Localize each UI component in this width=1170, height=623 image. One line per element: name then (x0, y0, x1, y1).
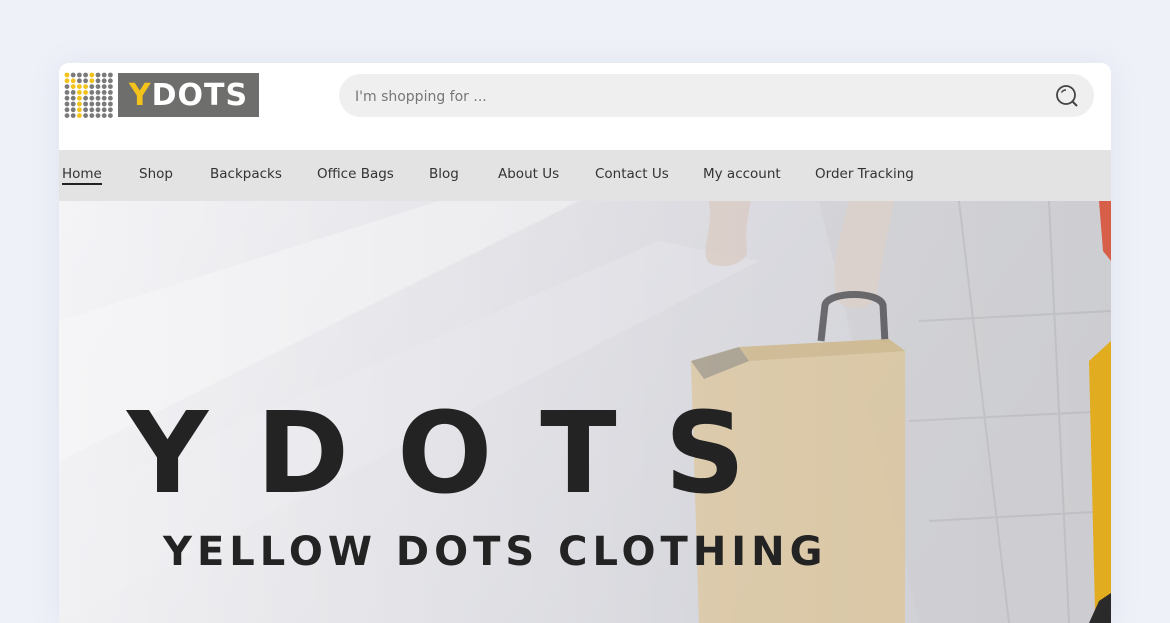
main-nav: Home Shop Backpacks Office Bags Blog Abo… (59, 150, 1111, 201)
nav-item-office-bags[interactable]: Office Bags (317, 166, 394, 182)
search-icon[interactable] (1054, 83, 1080, 109)
nav-item-home[interactable]: Home (62, 166, 102, 185)
nav-item-about-us[interactable]: About Us (498, 166, 559, 182)
logo-letter-y: Y (128, 77, 152, 113)
search-bar (339, 74, 1094, 119)
hero-banner[interactable]: YDOTS YELLOW DOTS CLOTHING (59, 201, 1111, 623)
logo-dots-icon (64, 72, 113, 118)
search-input[interactable] (339, 74, 1037, 119)
logo-wordmark: Y DOTS (118, 73, 259, 117)
nav-item-backpacks[interactable]: Backpacks (210, 166, 282, 182)
browser-window: YDOTS Home Shop Backpacks Office Bags Bl… (59, 63, 1111, 623)
hero-title: YDOTS (127, 389, 794, 519)
nav-item-order-tracking[interactable]: Order Tracking (815, 166, 914, 182)
hero-subtitle: YELLOW DOTS CLOTHING (163, 529, 828, 575)
nav-item-my-account[interactable]: My account (703, 166, 781, 182)
nav-item-contact-us[interactable]: Contact Us (595, 166, 669, 182)
logo-letters: DOTS (151, 77, 249, 113)
site-logo[interactable]: Y DOTS (63, 71, 259, 119)
site-header: Y DOTS (59, 63, 1111, 150)
nav-item-blog[interactable]: Blog (429, 166, 459, 182)
nav-item-shop[interactable]: Shop (139, 166, 173, 182)
